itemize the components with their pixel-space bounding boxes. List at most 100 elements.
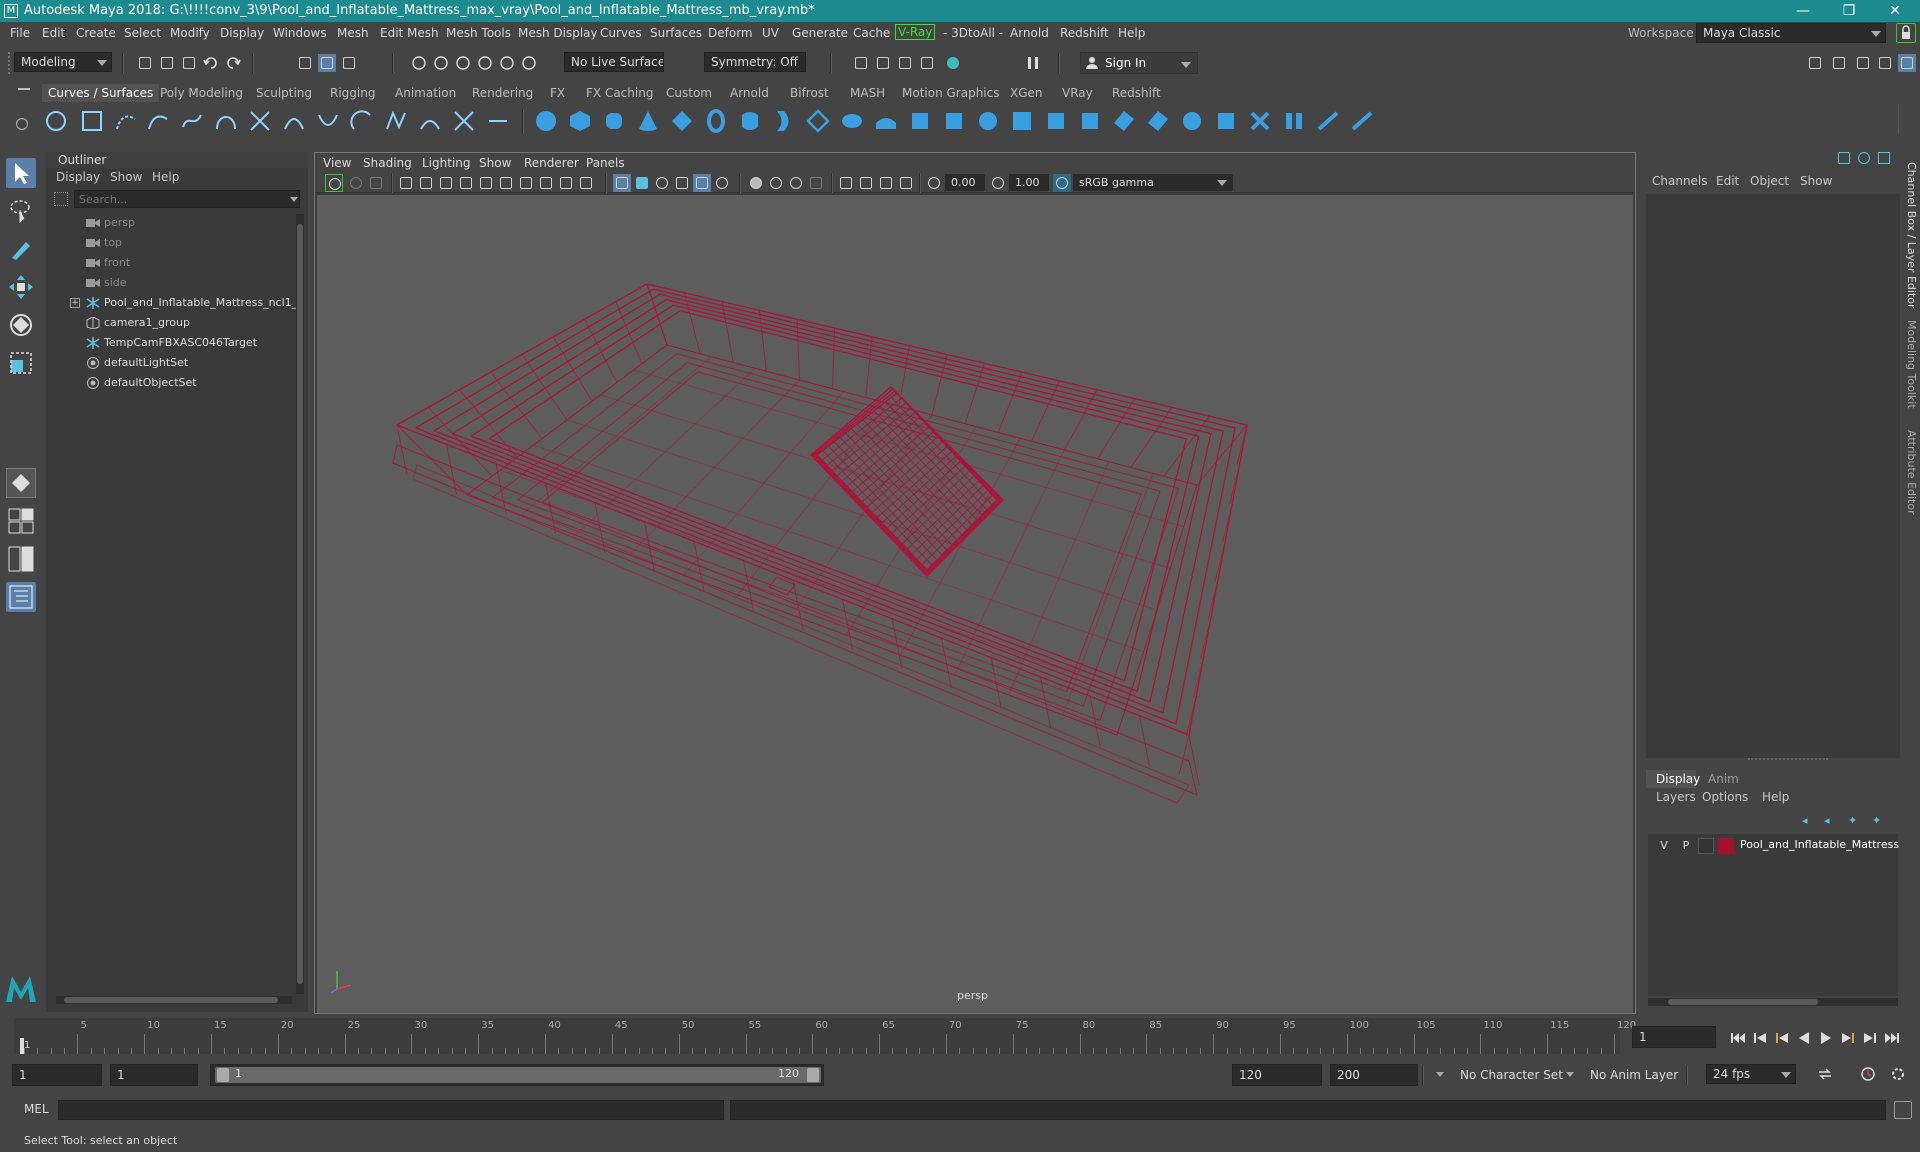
menu-generate[interactable]: Generate	[792, 26, 848, 40]
outliner-item-camera1-group[interactable]: camera1_group	[86, 314, 190, 332]
untrim-icon[interactable]	[1146, 109, 1170, 133]
animation-end-field[interactable]: 200	[1330, 1064, 1418, 1086]
snap-point-icon[interactable]	[454, 54, 472, 72]
snap-view-icon[interactable]	[476, 54, 494, 72]
isolate-select-icon[interactable]	[837, 174, 855, 192]
ep-curve-icon[interactable]	[146, 109, 170, 133]
menu-edit-mesh[interactable]: Edit Mesh	[380, 26, 439, 40]
outliner-menu-display[interactable]: Display	[56, 170, 100, 184]
cv-curve-icon[interactable]	[114, 109, 138, 133]
detach-curve-icon[interactable]	[316, 109, 340, 133]
motion-blur-icon[interactable]	[787, 174, 805, 192]
align-surfaces-icon[interactable]	[1350, 109, 1374, 133]
screen-space-ao-icon[interactable]	[767, 174, 785, 192]
snap-curve-icon[interactable]	[432, 54, 450, 72]
undo-icon[interactable]	[202, 54, 220, 72]
nurbs-cylinder-icon[interactable]	[602, 109, 626, 133]
layer-tab-display[interactable]: Display	[1646, 770, 1700, 788]
insert-isoparm-icon[interactable]	[1044, 109, 1068, 133]
default-material-icon[interactable]	[653, 174, 671, 192]
outliner-item-default-object-set[interactable]: defaultObjectSet	[87, 374, 197, 392]
xray-icon[interactable]	[857, 174, 875, 192]
open-scene-icon[interactable]	[158, 54, 176, 72]
nurbs-square-icon[interactable]	[80, 109, 104, 133]
symmetry-dropdown[interactable]: Symmetry: Off	[704, 52, 806, 72]
outliner-item-top[interactable]: top	[86, 234, 122, 252]
channel-menu-channels[interactable]: Channels	[1652, 174, 1708, 188]
lock-icon[interactable]	[1896, 23, 1916, 43]
paint-select-tool-icon[interactable]	[6, 234, 36, 264]
menu-mesh-display[interactable]: Mesh Display	[518, 26, 598, 40]
menu-arnold[interactable]: Arnold	[1010, 26, 1049, 40]
gate-mask-icon[interactable]	[517, 174, 535, 192]
script-editor-icon[interactable]	[1894, 1101, 1912, 1119]
view-transform-dropdown[interactable]: sRGB gamma	[1073, 174, 1233, 191]
redo-icon[interactable]	[224, 54, 242, 72]
boundary-icon[interactable]	[908, 109, 932, 133]
shelf-settings-icon[interactable]	[16, 118, 28, 130]
shelf-scroll[interactable]	[1898, 104, 1910, 134]
expand-icon[interactable]: +	[70, 298, 80, 308]
play-forwards-icon[interactable]	[1818, 1030, 1834, 1046]
layer-menu-help[interactable]: Help	[1762, 790, 1789, 804]
panel-menu-show[interactable]: Show	[479, 156, 511, 170]
arc-curve-icon[interactable]	[350, 109, 374, 133]
rebuild-surface-icon[interactable]	[1282, 109, 1306, 133]
step-back-key-icon[interactable]	[1774, 1030, 1790, 1046]
loft-icon[interactable]	[772, 109, 796, 133]
menu-surfaces[interactable]: Surfaces	[650, 26, 702, 40]
film-gate-icon[interactable]	[477, 174, 495, 192]
chevron-down-icon[interactable]	[1436, 1072, 1444, 1077]
select-tool-icon[interactable]	[6, 158, 36, 188]
panel-menu-view[interactable]: View	[323, 156, 351, 170]
menu-mesh-tools[interactable]: Mesh Tools	[446, 26, 511, 40]
bookmarks-icon[interactable]	[367, 174, 385, 192]
revolve-icon[interactable]	[738, 109, 762, 133]
nurbs-cube-icon[interactable]	[568, 109, 592, 133]
resolution-gate-icon[interactable]	[497, 174, 515, 192]
snap-vertex-icon[interactable]	[520, 54, 538, 72]
layer-tab-anim[interactable]: Anim	[1702, 770, 1739, 788]
intersect-curve-icon[interactable]	[248, 109, 272, 133]
surface-editing-icon[interactable]	[1214, 109, 1238, 133]
move-layer-down-icon[interactable]: ◂	[1824, 814, 1838, 827]
playback-end-field[interactable]: 120	[1232, 1064, 1322, 1086]
wireframe-on-shaded-icon[interactable]	[693, 174, 711, 192]
nurbs-sphere-icon[interactable]	[534, 109, 558, 133]
scrollbar-thumb[interactable]	[297, 224, 303, 984]
menu-create[interactable]: Create	[76, 26, 116, 40]
reverse-direction-icon[interactable]	[1316, 109, 1340, 133]
move-layer-up-icon[interactable]: ◂	[1802, 814, 1816, 827]
pencil-curve-icon[interactable]	[180, 109, 204, 133]
outliner-item-pool-and-inflatable-mattress[interactable]: Pool_and_Inflatable_Mattress_ncl1_1	[86, 294, 304, 312]
tool-settings-icon[interactable]	[1878, 152, 1890, 164]
layer-menu-options[interactable]: Options	[1702, 790, 1748, 804]
layer-horizontal-scrollbar[interactable]	[1648, 998, 1898, 1006]
channel-menu-object[interactable]: Object	[1750, 174, 1789, 188]
layer-type-toggle[interactable]	[1698, 838, 1714, 854]
channel-menu-edit[interactable]: Edit	[1716, 174, 1739, 188]
stitch-icon[interactable]	[1248, 109, 1272, 133]
outliner-item-default-light-set[interactable]: defaultLightSet	[87, 354, 188, 372]
smooth-shade-icon[interactable]	[633, 174, 651, 192]
outliner-menu-show[interactable]: Show	[110, 170, 142, 184]
camera-select-icon[interactable]	[325, 174, 343, 192]
exposure-icon[interactable]	[925, 174, 943, 192]
side-tab-channel-box[interactable]: Channel Box / Layer Editor	[1904, 162, 1918, 309]
channel-box-icon[interactable]	[1838, 152, 1850, 164]
menu-file[interactable]: File	[10, 26, 30, 40]
play-backwards-icon[interactable]	[1796, 1030, 1812, 1046]
select-by-component-icon[interactable]	[340, 54, 358, 72]
nurbs-circle-icon[interactable]	[44, 109, 68, 133]
channel-menu-show[interactable]: Show	[1800, 174, 1832, 188]
bevel-icon[interactable]	[976, 109, 1000, 133]
outliner-vertical-scrollbar[interactable]	[296, 214, 304, 994]
two-view-layout-icon[interactable]	[6, 544, 36, 574]
nurbs-torus-icon[interactable]	[704, 109, 728, 133]
gamma-field[interactable]: 1.00	[1009, 174, 1049, 191]
menu-3dtoall[interactable]: - 3DtoAll -	[943, 26, 1003, 40]
shelf-tab-rendering[interactable]: Rendering	[466, 84, 539, 102]
mode-dropdown[interactable]: Modeling	[14, 52, 112, 72]
sign-in-button[interactable]: Sign In	[1080, 52, 1198, 74]
outliner-item-tempcam-target[interactable]: TempCamFBXASC046Target	[86, 334, 257, 352]
